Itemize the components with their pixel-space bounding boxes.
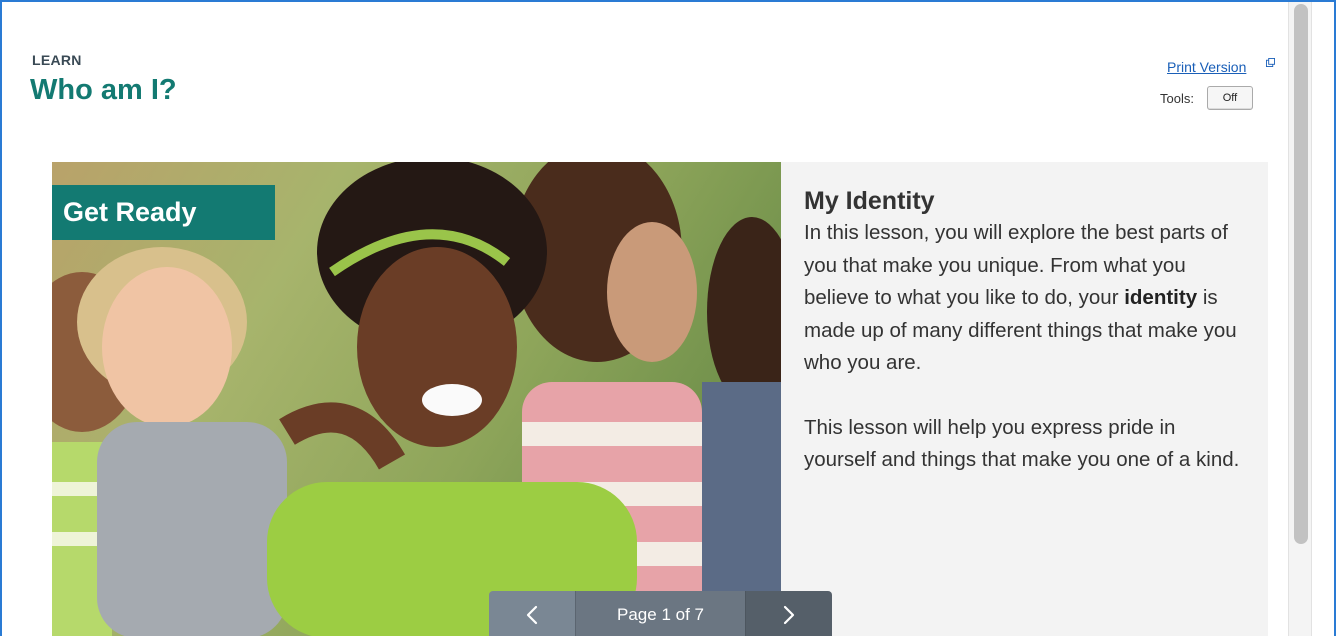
lesson-frame: LEARN Who am I? Print Version Tools: Off (0, 0, 1336, 636)
scrollbar-thumb[interactable] (1294, 4, 1308, 544)
lesson-text-panel: My Identity In this lesson, you will exp… (804, 185, 1244, 477)
print-version-link[interactable]: Print Version (1167, 59, 1246, 75)
chevron-right-icon (783, 605, 795, 624)
tools-toggle-button[interactable]: Off (1207, 86, 1253, 110)
page-title: Who am I? (30, 74, 177, 106)
previous-page-button[interactable] (489, 591, 575, 636)
chevron-left-icon (526, 605, 538, 624)
external-link-icon (1266, 58, 1275, 67)
lesson-paragraph-1: In this lesson, you will explore the bes… (804, 221, 1237, 374)
next-page-button[interactable] (746, 591, 832, 636)
page-indicator: Page 1 of 7 (575, 591, 746, 636)
lesson-paragraph-2: This lesson will help you express pride … (804, 415, 1240, 472)
identity-term: identity (1124, 286, 1198, 309)
tools-label: Tools: (1160, 91, 1194, 106)
page-navigator: Page 1 of 7 (489, 591, 832, 636)
get-ready-badge: Get Ready (52, 185, 275, 240)
section-label: LEARN (32, 52, 82, 68)
lesson-heading: My Identity (804, 187, 935, 215)
